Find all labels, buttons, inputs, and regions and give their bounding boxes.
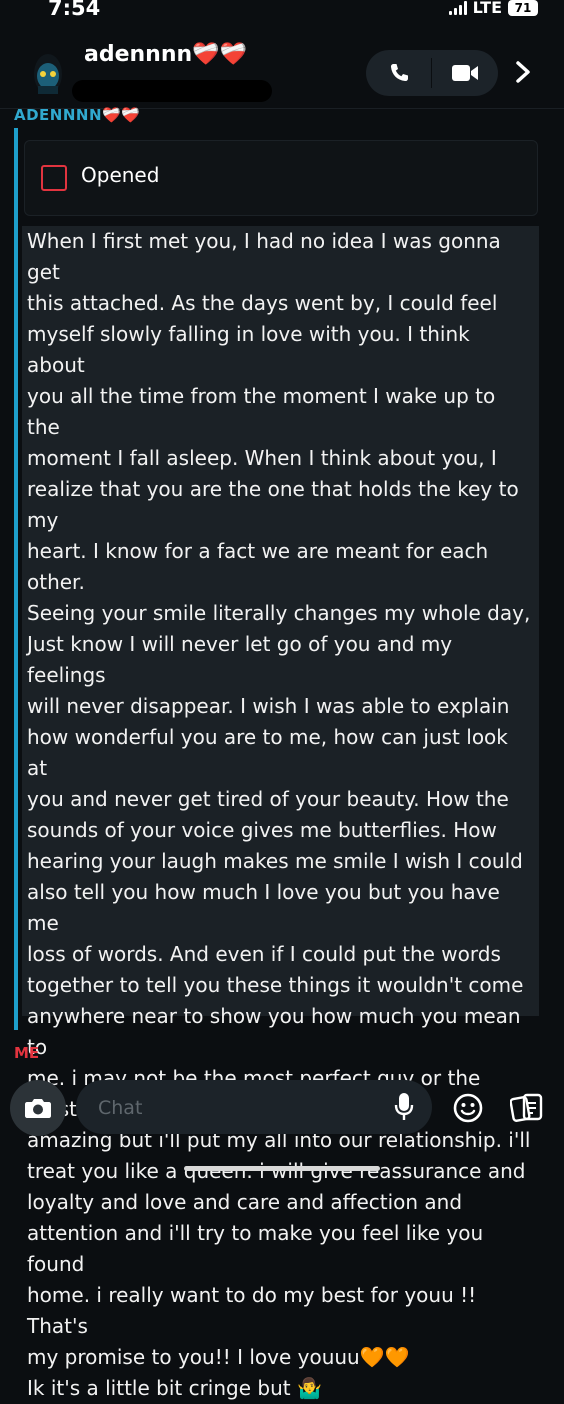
network-type: LTE: [472, 0, 502, 17]
me-label: ME: [14, 1044, 40, 1062]
chat-header: adennnn❤️‍🩹❤️‍🩹: [0, 30, 564, 109]
status-indicators: LTE 71: [448, 0, 538, 17]
opened-snap-card[interactable]: Opened: [24, 140, 538, 216]
sender-label: ADENNNN❤️‍🩹❤️‍🩹: [14, 106, 141, 124]
chat-input[interactable]: [96, 1092, 380, 1124]
call-controls: [366, 50, 498, 96]
camera-icon: [25, 1099, 51, 1118]
camera-button[interactable]: [10, 1080, 66, 1136]
emoji-icon[interactable]: [452, 1092, 484, 1124]
chevron-right-icon[interactable]: [514, 60, 532, 84]
message-text[interactable]: When I first met you, I had no idea I wa…: [22, 226, 539, 1400]
video-camera-icon: [452, 65, 478, 81]
microphone-icon[interactable]: [394, 1092, 414, 1122]
video-call-button[interactable]: [432, 50, 498, 96]
phone-icon: [390, 64, 408, 82]
redacted-subtitle: [72, 80, 272, 102]
status-bar: 7:54 LTE 71: [0, 0, 564, 26]
signal-icon: [448, 0, 467, 15]
sticker-icon[interactable]: [510, 1092, 544, 1124]
sender-accent-bar: [14, 128, 18, 1030]
opened-snap-icon: [41, 165, 67, 191]
status-time: 7:54: [48, 0, 101, 20]
avatar[interactable]: [30, 52, 66, 96]
home-indicator[interactable]: [184, 1166, 380, 1171]
chat-composer: [76, 1080, 432, 1134]
contact-name[interactable]: adennnn❤️‍🩹❤️‍🩹: [84, 42, 247, 67]
voice-call-button[interactable]: [366, 50, 432, 96]
opened-label: Opened: [81, 163, 160, 187]
battery-icon: 71: [508, 0, 538, 16]
